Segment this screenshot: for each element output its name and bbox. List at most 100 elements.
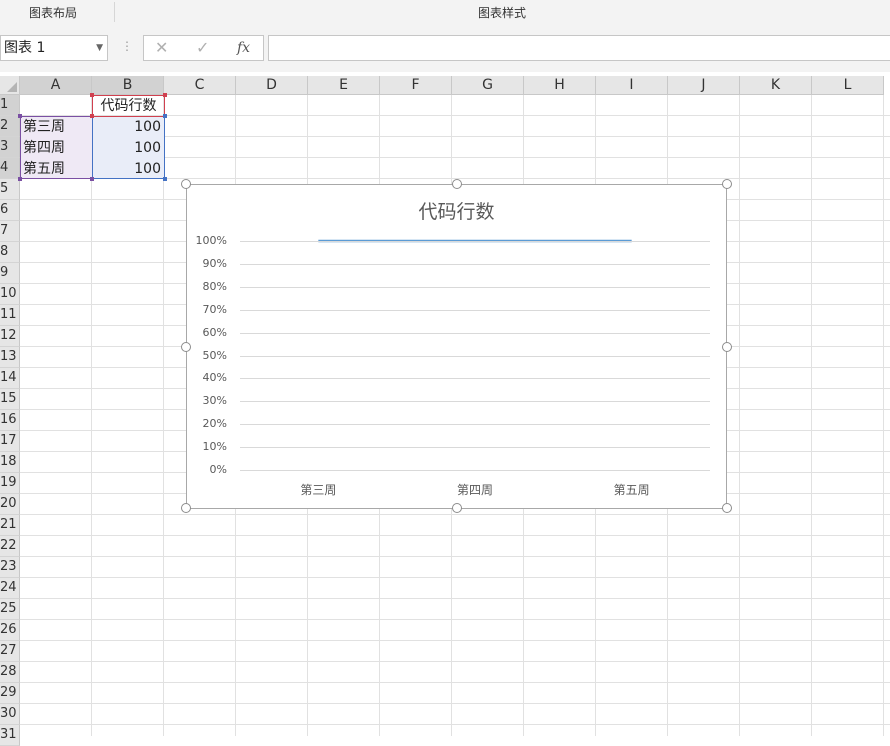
cell-b2[interactable]: 100 bbox=[92, 117, 165, 137]
y-tick-label: 80% bbox=[202, 279, 227, 293]
row-header-10[interactable]: 10 bbox=[0, 284, 20, 305]
column-header-e[interactable]: E bbox=[308, 76, 380, 95]
gridline bbox=[240, 355, 710, 357]
row-header-26[interactable]: 26 bbox=[0, 620, 20, 641]
row-header-30[interactable]: 30 bbox=[0, 704, 20, 725]
range-handle[interactable] bbox=[90, 177, 94, 181]
range-handle[interactable] bbox=[18, 177, 22, 181]
formula-buttons: ✕ ✓ fx bbox=[143, 35, 264, 61]
row-header-28[interactable]: 28 bbox=[0, 662, 20, 683]
name-box[interactable]: 图表 1 ▼ bbox=[0, 35, 108, 61]
resize-handle-bottom[interactable] bbox=[452, 503, 462, 513]
row-header-29[interactable]: 29 bbox=[0, 683, 20, 704]
column-header-c[interactable]: C bbox=[164, 76, 236, 95]
column-header-i[interactable]: I bbox=[596, 76, 668, 95]
row-header-23[interactable]: 23 bbox=[0, 557, 20, 578]
column-header-h[interactable]: H bbox=[524, 76, 596, 95]
row-header-17[interactable]: 17 bbox=[0, 431, 20, 452]
column-header-b[interactable]: B bbox=[92, 76, 164, 95]
function-icon[interactable]: fx bbox=[237, 36, 250, 60]
row-header-14[interactable]: 14 bbox=[0, 368, 20, 389]
resize-handle-left[interactable] bbox=[181, 342, 191, 352]
row-header-2[interactable]: 2 bbox=[0, 116, 20, 137]
resize-handle-bottom-left[interactable] bbox=[181, 503, 191, 513]
y-tick-label: 90% bbox=[202, 256, 227, 270]
formula-bar: 图表 1 ▼ ⋮ ✕ ✓ fx bbox=[0, 26, 890, 72]
gridline bbox=[240, 309, 710, 311]
row-header-19[interactable]: 19 bbox=[0, 473, 20, 494]
resize-handle-right[interactable] bbox=[722, 342, 732, 352]
column-header-j[interactable]: J bbox=[668, 76, 740, 95]
column-header-k[interactable]: K bbox=[740, 76, 812, 95]
row-header-9[interactable]: 9 bbox=[0, 263, 20, 284]
gridline bbox=[240, 424, 710, 426]
gridline bbox=[240, 378, 710, 380]
row-header-22[interactable]: 22 bbox=[0, 536, 20, 557]
check-icon[interactable]: ✓ bbox=[196, 36, 209, 60]
row-header-6[interactable]: 6 bbox=[0, 200, 20, 221]
x-tick-label: 第三周 bbox=[300, 483, 337, 497]
resize-handle-top-left[interactable] bbox=[181, 179, 191, 189]
column-header-f[interactable]: F bbox=[380, 76, 452, 95]
range-handle[interactable] bbox=[163, 114, 167, 118]
formula-input[interactable] bbox=[268, 35, 890, 61]
row-header-12[interactable]: 12 bbox=[0, 326, 20, 347]
column-header-d[interactable]: D bbox=[236, 76, 308, 95]
row-header-11[interactable]: 11 bbox=[0, 305, 20, 326]
select-all-button[interactable] bbox=[0, 76, 20, 95]
chart-plot-area bbox=[318, 239, 632, 243]
cell-b1[interactable]: 代码行数 bbox=[92, 96, 165, 116]
row-header-20[interactable]: 20 bbox=[0, 494, 20, 515]
column-header-g[interactable]: G bbox=[452, 76, 524, 95]
column-header-a[interactable]: A bbox=[20, 76, 92, 95]
more-options-icon[interactable]: ⋮ bbox=[121, 39, 133, 53]
row-header-18[interactable]: 18 bbox=[0, 452, 20, 473]
gridline bbox=[240, 401, 710, 403]
resize-handle-top-right[interactable] bbox=[722, 179, 732, 189]
row-header-16[interactable]: 16 bbox=[0, 410, 20, 431]
range-handle[interactable] bbox=[90, 93, 94, 97]
y-tick-label: 60% bbox=[202, 325, 227, 339]
x-tick-label: 第五周 bbox=[613, 483, 650, 497]
row-header-24[interactable]: 24 bbox=[0, 578, 20, 599]
y-tick-label: 70% bbox=[202, 302, 227, 316]
row-header-27[interactable]: 27 bbox=[0, 641, 20, 662]
range-handle[interactable] bbox=[163, 177, 167, 181]
gridline bbox=[240, 447, 710, 449]
resize-handle-top[interactable] bbox=[452, 179, 462, 189]
chart-layout-group-label: 图表布局 bbox=[28, 6, 77, 20]
range-handle[interactable] bbox=[163, 93, 167, 97]
resize-handle-bottom-right[interactable] bbox=[722, 503, 732, 513]
row-header-7[interactable]: 7 bbox=[0, 221, 20, 242]
row-header-8[interactable]: 8 bbox=[0, 242, 20, 263]
ribbon-group-labels: 图表布局 图表样式 bbox=[0, 0, 890, 27]
range-handle[interactable] bbox=[18, 114, 22, 118]
range-handle[interactable] bbox=[90, 114, 94, 118]
cell-a4[interactable]: 第五周 bbox=[23, 159, 93, 179]
y-tick-label: 10% bbox=[202, 440, 227, 454]
row-header-5[interactable]: 5 bbox=[0, 179, 20, 200]
row-header-3[interactable]: 3 bbox=[0, 137, 20, 158]
gridline bbox=[240, 470, 710, 471]
gridline bbox=[240, 332, 710, 334]
line-chart[interactable]: 代码行数 0% 10% 20% 30% 40% 50% 60% 70% 80% 90% 100% 第三… bbox=[186, 184, 727, 509]
row-header-25[interactable]: 25 bbox=[0, 599, 20, 620]
gridline bbox=[240, 286, 710, 288]
cell-a3[interactable]: 第四周 bbox=[23, 138, 93, 158]
row-header-4[interactable]: 4 bbox=[0, 158, 20, 179]
close-icon[interactable]: ✕ bbox=[155, 36, 168, 60]
row-header-1[interactable]: 1 bbox=[0, 95, 20, 116]
row-header-21[interactable]: 21 bbox=[0, 515, 20, 536]
column-header-l[interactable]: L bbox=[812, 76, 884, 95]
x-tick-label: 第四周 bbox=[456, 483, 493, 497]
y-tick-label: 20% bbox=[202, 417, 227, 431]
y-tick-label: 100% bbox=[195, 234, 227, 247]
row-header-13[interactable]: 13 bbox=[0, 347, 20, 368]
gridline bbox=[240, 241, 710, 242]
cell-b3[interactable]: 100 bbox=[92, 138, 165, 158]
chevron-down-icon[interactable]: ▼ bbox=[96, 36, 103, 60]
cell-a2[interactable]: 第三周 bbox=[23, 117, 93, 137]
row-header-15[interactable]: 15 bbox=[0, 389, 20, 410]
y-tick-label: 0% bbox=[209, 463, 227, 476]
cell-b4[interactable]: 100 bbox=[92, 159, 165, 179]
